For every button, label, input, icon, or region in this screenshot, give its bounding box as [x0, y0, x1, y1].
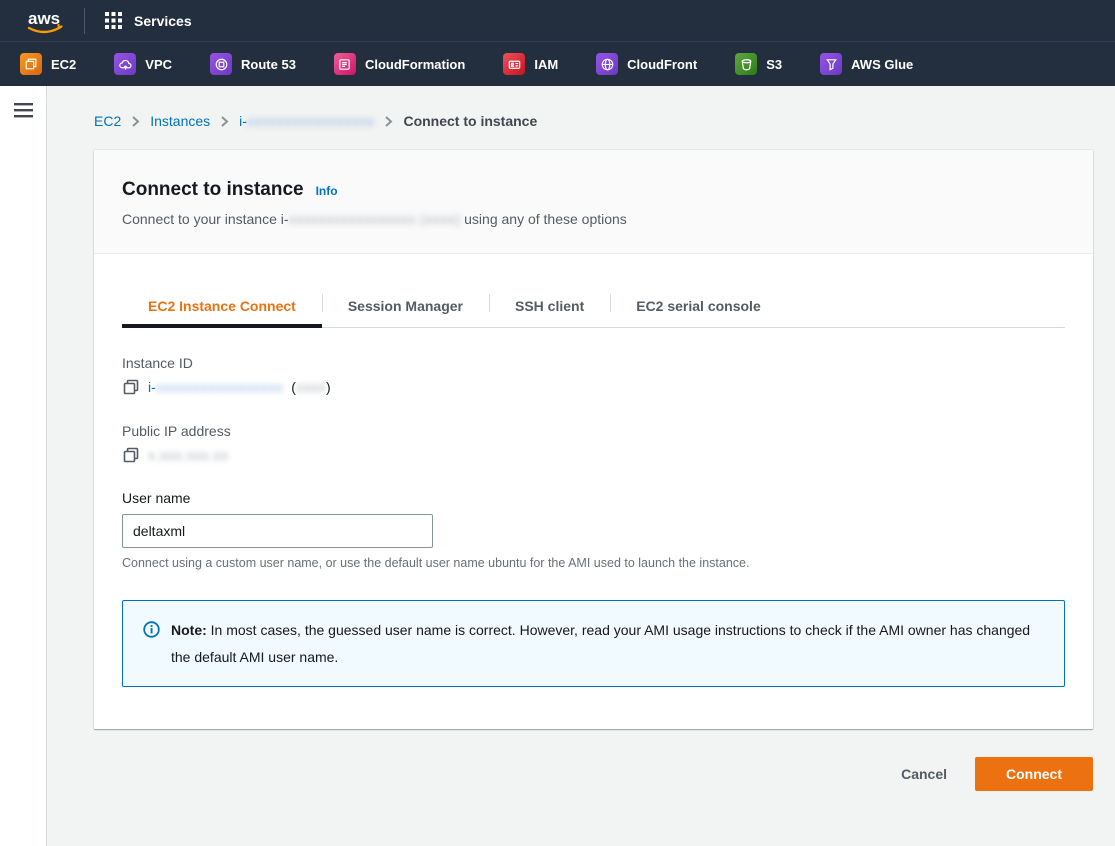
user-name-input[interactable]: [122, 514, 433, 548]
note-body: In most cases, the guessed user name is …: [171, 622, 1031, 665]
instance-id-label: Instance ID: [122, 355, 193, 371]
redacted-instance-id: xxxxxxxxxxxxxxxxx: [246, 113, 375, 129]
user-name-helper-text: Connect using a custom user name, or use…: [122, 556, 750, 570]
footer-actions: Cancel Connect: [94, 757, 1093, 805]
vpc-service-icon: [114, 53, 137, 75]
tab-session-manager[interactable]: Session Manager: [321, 286, 489, 328]
favorite-cloudfront[interactable]: CloudFront: [596, 53, 697, 75]
page-title: Connect to instance: [122, 179, 304, 200]
favorite-iam[interactable]: IAM: [503, 53, 558, 75]
copy-icon: [123, 447, 139, 463]
hamburger-icon: [14, 103, 33, 118]
tab-bar: EC2 Instance Connect Session Manager SSH…: [122, 286, 1065, 328]
ec2-service-icon: [20, 53, 42, 75]
cloudfront-service-icon: [596, 53, 619, 75]
cancel-button[interactable]: Cancel: [901, 766, 947, 782]
info-link[interactable]: Info: [316, 184, 338, 198]
info-circle-icon: [143, 621, 160, 643]
instance-id-value[interactable]: i-xxxxxxxxxxxxxxxxx: [148, 379, 283, 395]
breadcrumb-instances[interactable]: Instances: [150, 113, 210, 129]
public-ip-label: Public IP address: [122, 423, 231, 439]
breadcrumb-current: Connect to instance: [403, 113, 538, 129]
aws-logo-icon: aws: [27, 9, 63, 33]
breadcrumb-instance-id[interactable]: i-xxxxxxxxxxxxxxxxx: [239, 113, 374, 129]
note-text: Note: In most cases, the guessed user na…: [171, 617, 1044, 670]
favorite-label: EC2: [51, 56, 77, 72]
favorite-label: S3: [766, 56, 783, 72]
instance-name: (xxxx): [291, 379, 331, 395]
favorite-s3[interactable]: S3: [735, 53, 782, 75]
favorite-label: CloudFront: [627, 56, 698, 72]
iam-service-icon: [503, 53, 526, 75]
svg-text:aws: aws: [28, 9, 60, 28]
sidebar-menu-button[interactable]: [0, 99, 47, 122]
favorite-vpc[interactable]: VPC: [114, 53, 172, 75]
redacted-instance-name: xxxx: [295, 379, 326, 395]
note-info-box: Note: In most cases, the guessed user na…: [122, 600, 1065, 688]
favorite-label: AWS Glue: [851, 56, 914, 72]
card-subtitle: Connect to your instance i-xxxxxxxxxxxxx…: [122, 211, 627, 227]
aws-console-page: aws Services EC2 VPC Route 53 CloudForma…: [0, 0, 1115, 846]
card-header: Connect to instance Info Connect to your…: [94, 150, 1093, 254]
favorite-ec2[interactable]: EC2: [20, 53, 76, 75]
copy-public-ip-button[interactable]: [122, 446, 140, 464]
s3-service-icon: [735, 53, 758, 75]
copy-icon: [123, 379, 139, 395]
breadcrumb-ec2[interactable]: EC2: [94, 113, 121, 129]
breadcrumb-chevron-icon: [385, 115, 393, 127]
redacted-instance-id: xxxxxxxxxxxxxxxxx: [155, 379, 284, 395]
favorite-aws-glue[interactable]: AWS Glue: [820, 53, 913, 75]
favorite-cloudformation[interactable]: CloudFormation: [333, 53, 466, 75]
copy-instance-id-button[interactable]: [122, 378, 140, 396]
services-label: Services: [134, 12, 192, 29]
favorite-label: IAM: [534, 56, 559, 72]
tab-ec2-serial-console[interactable]: EC2 serial console: [610, 286, 787, 328]
main-panel: EC2 Instances i-xxxxxxxxxxxxxxxxx Connec…: [47, 86, 1115, 846]
content-area: EC2 Instances i-xxxxxxxxxxxxxxxxx Connec…: [0, 86, 1115, 846]
instance-id-row: i-xxxxxxxxxxxxxxxxx (xxxx): [122, 378, 1065, 396]
services-grid-icon: [105, 12, 122, 29]
breadcrumb-chevron-icon: [221, 115, 229, 127]
favorites-bar: EC2 VPC Route 53 CloudFormation IAM Clou…: [0, 42, 1115, 86]
note-bold-label: Note:: [171, 622, 207, 638]
tab-ssh-client[interactable]: SSH client: [488, 286, 610, 328]
user-name-label: User name: [122, 490, 191, 506]
favorite-label: Route 53: [241, 56, 296, 72]
tab-ec2-instance-connect[interactable]: EC2 Instance Connect: [122, 286, 322, 328]
connect-button[interactable]: Connect: [975, 757, 1093, 792]
breadcrumb-chevron-icon: [132, 115, 140, 127]
left-sidebar: [0, 86, 47, 846]
favorite-label: CloudFormation: [364, 56, 466, 72]
topnav-divider: [84, 7, 85, 34]
redacted-subtitle-id: xxxxxxxxxxxxxxxxx: [288, 211, 417, 227]
redacted-subtitle-name: (xxxx): [419, 211, 461, 227]
favorite-route53[interactable]: Route 53: [210, 53, 296, 75]
services-menu-button[interactable]: Services: [99, 12, 198, 29]
connect-card: Connect to instance Info Connect to your…: [94, 150, 1093, 730]
cloudformation-service-icon: [333, 53, 356, 75]
card-body: EC2 Instance Connect Session Manager SSH…: [94, 254, 1093, 729]
aws-logo[interactable]: aws: [16, 7, 74, 35]
aws-glue-service-icon: [820, 53, 843, 75]
public-ip-row: x.xxx.xxx.xx: [122, 446, 1065, 464]
route53-service-icon: [210, 53, 233, 75]
redacted-public-ip: x.xxx.xxx.xx: [148, 447, 229, 463]
top-navbar: aws Services: [0, 0, 1115, 42]
breadcrumb: EC2 Instances i-xxxxxxxxxxxxxxxxx Connec…: [94, 113, 1093, 129]
favorite-label: VPC: [145, 56, 173, 72]
